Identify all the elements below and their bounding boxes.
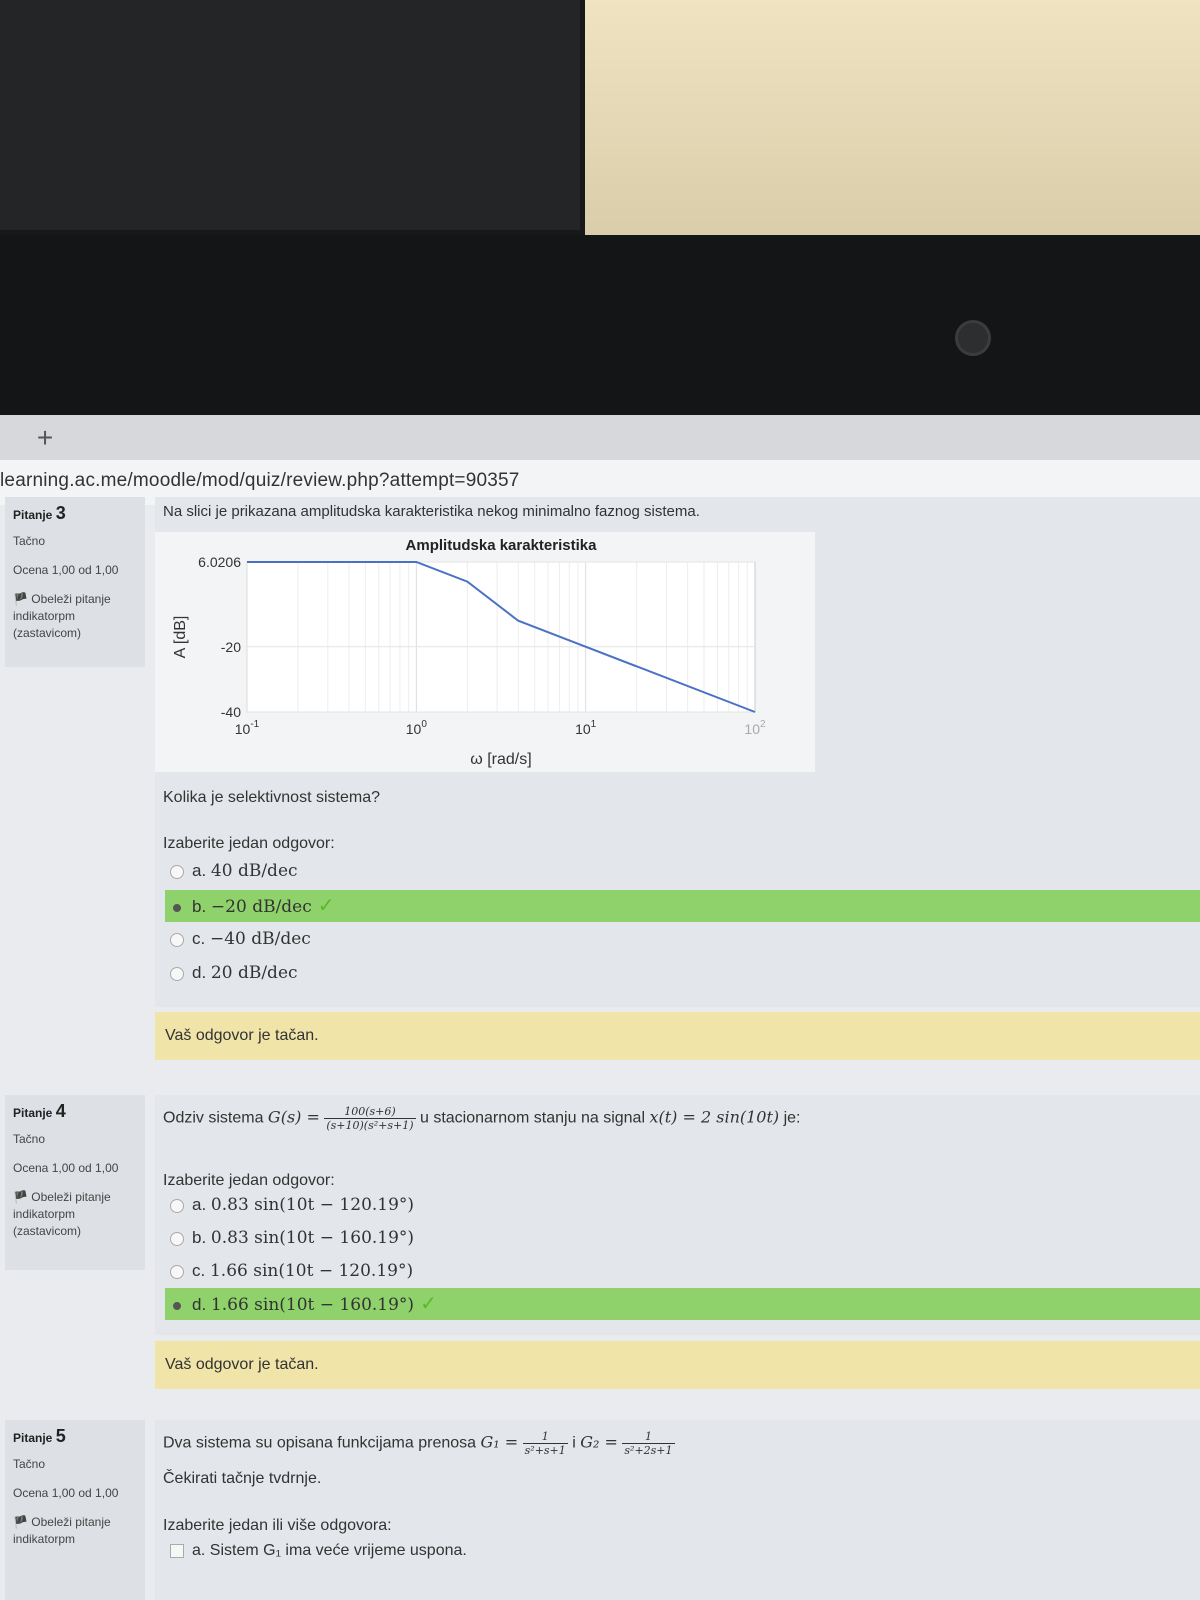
wall — [585, 0, 1200, 250]
x-tick-label: 10-1 — [235, 719, 260, 737]
chart-title: Amplitudska karakteristika — [406, 537, 598, 554]
q3-state: Tačno — [13, 534, 46, 548]
y-axis-label: A [dB] — [172, 616, 189, 659]
flag-icon: 🏴 — [13, 592, 32, 606]
x-axis-label: ω [rad/s] — [470, 751, 531, 768]
q5-option-a[interactable]: a. Sistem G₁ ima veće vrijeme uspona. — [165, 1542, 467, 1560]
flag-icon: 🏴 — [13, 1515, 32, 1529]
radio-button[interactable] — [170, 932, 184, 947]
checkmark-icon: ✓ — [420, 1293, 437, 1315]
checkbox[interactable] — [170, 1543, 184, 1558]
q5-instruction: Čekirati tačnje tvdrnje. — [163, 1470, 322, 1487]
x-tick-label: 101 — [575, 719, 597, 737]
y-tick-label: 6.0206 — [198, 554, 241, 570]
y-tick-label: -40 — [221, 704, 241, 720]
url-text: learning.ac.me/moodle/mod/quiz/review.ph… — [0, 470, 520, 491]
monitor-bezel — [0, 235, 1200, 420]
q5-state: Tačno — [13, 1457, 46, 1471]
radio-button[interactable] — [170, 864, 184, 879]
q4-option-c[interactable]: c. 1.66 sin(10t − 120.19°) — [165, 1255, 1200, 1287]
q5-text: Dva sistema su opisana funkcijama prenos… — [163, 1430, 675, 1457]
radio-button[interactable] — [170, 1198, 184, 1213]
chart-container: Amplitudska karakteristika 6.0206 -20 -40 10… — [155, 532, 815, 772]
q3-grade: Ocena 1,00 od 1,00 — [13, 563, 119, 577]
q4-grade: Ocena 1,00 od 1,00 — [13, 1161, 119, 1175]
q3-option-c[interactable]: c. −40 dB/dec — [165, 923, 1200, 955]
radio-button[interactable] — [170, 966, 184, 981]
q4-number: Pitanje 4 — [13, 1101, 66, 1121]
q4-info: Pitanje 4 Tačno Ocena 1,00 od 1,00 🏴 Obe… — [5, 1095, 145, 1270]
q3-text: Na slici je prikazana amplitudska karakt… — [163, 503, 700, 520]
q5-grade: Ocena 1,00 od 1,00 — [13, 1486, 119, 1500]
amplitude-chart: Amplitudska karakteristika6.0206-20-4010… — [172, 537, 766, 768]
dark-panel — [0, 0, 580, 230]
q4-option-a[interactable]: a. 0.83 sin(10t − 120.19°) — [165, 1189, 1200, 1221]
q4-text: Odziv sistema G(s) = 100(s+6) (s+10)(s²+s… — [163, 1105, 801, 1132]
flag-icon: 🏴 — [13, 1190, 32, 1204]
radio-button-selected[interactable] — [173, 903, 181, 912]
q4-flag-link[interactable]: 🏴 Obeleži pitanje indikatorpm (zastavico… — [13, 1189, 137, 1240]
q5-number: Pitanje 5 — [13, 1426, 66, 1446]
q3-option-a[interactable]: a. 40 dB/dec — [165, 855, 1200, 887]
x-tick-label: 102 — [744, 719, 766, 737]
q3-info: Pitanje 3 Tačno Ocena 1,00 od 1,00 🏴 Obe… — [5, 497, 145, 667]
q3-number: Pitanje 3 — [13, 503, 66, 523]
q5-prompt: Izaberite jedan ili više odgovora: — [163, 1517, 392, 1534]
q3-option-b[interactable]: b. −20 dB/dec ✓ — [165, 890, 1200, 922]
q4-feedback: Vaš odgovor je tačan. — [155, 1341, 1200, 1389]
q5-flag-link[interactable]: 🏴 Obeleži pitanje indikatorpm — [13, 1514, 137, 1548]
y-tick-label: -20 — [221, 639, 241, 655]
q5-info: Pitanje 5 Tačno Ocena 1,00 od 1,00 🏴 Obe… — [5, 1420, 145, 1600]
new-tab-button[interactable]: + — [25, 415, 65, 460]
q3-prompt: Izaberite jedan odgovor: — [163, 835, 335, 852]
radio-button[interactable] — [170, 1264, 184, 1279]
q3-feedback: Vaš odgovor je tačan. — [155, 1012, 1200, 1060]
webcam-icon — [955, 320, 991, 356]
plot-area — [246, 561, 756, 713]
q5-content: Dva sistema su opisana funkcijama prenos… — [155, 1420, 1200, 1600]
tab-bar: + — [0, 415, 1200, 460]
q4-state: Tačno — [13, 1132, 46, 1146]
x-tick-label: 100 — [406, 719, 428, 737]
radio-button[interactable] — [170, 1231, 184, 1246]
checkmark-icon: ✓ — [317, 895, 335, 917]
q3-question: Kolika je selektivnost sistema? — [163, 789, 380, 806]
radio-button-selected[interactable] — [173, 1301, 181, 1310]
photo-background — [0, 0, 1200, 420]
q3-flag-link[interactable]: 🏴 Obeleži pitanje indikatorpm (zastavico… — [13, 591, 137, 642]
q4-option-b[interactable]: b. 0.83 sin(10t − 160.19°) — [165, 1222, 1200, 1254]
q4-option-d[interactable]: d. 1.66 sin(10t − 160.19°) ✓ — [165, 1288, 1200, 1320]
q4-prompt: Izaberite jedan odgovor: — [163, 1172, 335, 1189]
screen: + learning.ac.me/moodle/mod/quiz/review.… — [0, 415, 1200, 1600]
q3-option-d[interactable]: d. 20 dB/dec — [165, 957, 1200, 989]
